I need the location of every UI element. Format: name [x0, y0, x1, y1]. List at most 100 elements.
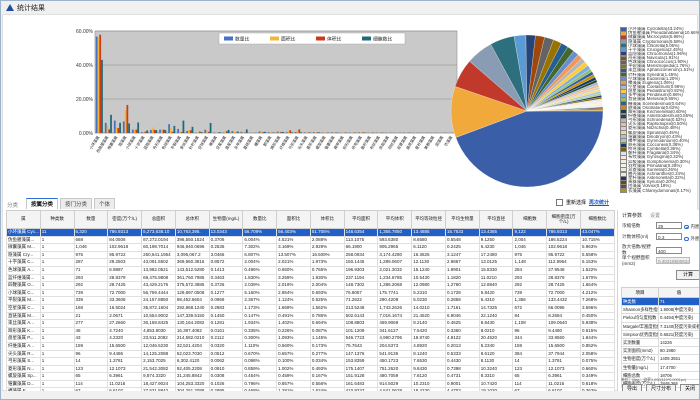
table-row[interactable]: 弓形藻属 S...114 1.37812,153.70256,302.4120 …: [7, 358, 615, 366]
column-header[interactable]: 平均体积: [378, 211, 412, 229]
calculation-panel: 计算参数 设置 浓缩倍数 29 计数体积(ml) 0.3 放大倍数/视野数 40…: [617, 210, 700, 400]
column-header[interactable]: 体积比: [310, 211, 344, 229]
bar: [306, 132, 308, 133]
table-row[interactable]: 小球藻属 C...1739 72.700056,759.4444129,897.…: [7, 289, 615, 297]
table-row[interactable]: 直链藻属 M...121 2.067110,554.9002147,339.51…: [7, 312, 615, 320]
y-tick-label: 0.00%: [79, 131, 94, 137]
table-row[interactable]: 蓝纤维藻属...1293 28.837969,475.9808361,760.7…: [7, 274, 615, 282]
category-label: 分类: [7, 201, 20, 209]
panel-caption-main: 计算参数: [622, 212, 642, 219]
table-row[interactable]: 盘星藻属 P...143 4.232023,511.2082214,582.02…: [7, 335, 615, 343]
y-tick-label: 60.00%: [76, 29, 94, 35]
bar: [324, 132, 326, 133]
result-row[interactable]: Pielou均匀度指数 0.4494(中度污染): [622, 314, 700, 322]
result-row[interactable]: 种类数 71: [622, 298, 700, 306]
unit-footnote: 单位：Max：倍率1.000(110*0.0001px): [621, 378, 686, 383]
restat-link[interactable]: 再次统计: [589, 199, 609, 206]
table-row[interactable]: 螺旋藻属 Sp...165 6.39619,874.332031,245.884…: [7, 373, 615, 381]
magnification-input[interactable]: 400: [656, 247, 682, 254]
window-bottom-strip: [1, 391, 699, 399]
table-row[interactable]: 伪鱼腥藻属...1668 84.050687,272.0194396,550.1…: [7, 236, 615, 244]
column-header[interactable]: 种类数: [40, 211, 74, 229]
restat-controls: 重新选择 再次统计: [556, 199, 609, 206]
result-row[interactable]: 实测面积(mm2) 80.1980: [622, 347, 700, 355]
table-row[interactable]: 束丝藻属 A...1277 27.266030,159.8425130,164.…: [7, 320, 615, 328]
bar: [322, 132, 324, 133]
result-row[interactable]: 实测数量 14226: [622, 339, 700, 347]
result-row[interactable]: 生物密度(万个/L) 1409.3551: [622, 355, 700, 363]
table-row[interactable]: 十字藻属 C...1287 29.250343,091.5502369,960.…: [7, 259, 615, 267]
column-header[interactable]: 平均生物量: [445, 211, 479, 229]
column-header[interactable]: 数量: [74, 211, 108, 229]
bar: [201, 132, 203, 133]
classification-tab[interactable]: 按属分类: [26, 198, 58, 209]
column-header[interactable]: 细胞密度(万个/L): [547, 211, 581, 229]
field-view-area: 单个视野面积(mm2) 0.402185006343: [622, 255, 690, 266]
bar-legend-swatch-icon: [224, 37, 233, 41]
bar: [132, 130, 134, 133]
table-row[interactable]: 隐藻属 Cry...1975 95.9722250,641.19543,095,…: [7, 251, 615, 259]
result-row[interactable]: Shannon多样性指数 1.9008(中度污染): [622, 306, 700, 314]
table-row[interactable]: 小环藻属 Cyc...116,320 786.93135,273,638.101…: [7, 229, 615, 237]
bar: [277, 132, 279, 133]
column-header[interactable]: 属: [7, 211, 41, 229]
column-header[interactable]: 面积比: [277, 211, 311, 229]
bar: [300, 132, 302, 133]
bar: [210, 123, 212, 133]
classification-tab[interactable]: 个体: [94, 198, 115, 209]
table-row[interactable]: 锥囊藻属 D...1114 11.021618,427.9024104,253.…: [7, 380, 615, 388]
table-row[interactable]: 蹄形藻属 K...148 4.72404,853.803016,397.4082…: [7, 327, 615, 335]
column-header[interactable]: 数量比: [243, 211, 277, 229]
column-header[interactable]: 总面积: [142, 211, 176, 229]
table-row[interactable]: 色球藻属 A...171 6.988713,982.0521143,512.52…: [7, 266, 615, 274]
bar: [107, 125, 109, 133]
table-row[interactable]: 尖头藻属 R...196 9.448614,125.208852,023.703…: [7, 350, 615, 358]
bar: [405, 132, 407, 133]
result-header-row: 项目 值: [622, 288, 700, 298]
classification-tab[interactable]: 按门分类: [60, 198, 92, 209]
concentration-input[interactable]: 29: [656, 222, 682, 229]
calculate-button[interactable]: 计算: [676, 270, 700, 280]
result-row[interactable]: Simpson优势度指数 0.6621(轻度污染): [622, 330, 700, 338]
reselect-checkbox[interactable]: [556, 199, 563, 206]
bar: [362, 132, 364, 133]
bar: [349, 132, 351, 133]
bar: [108, 129, 110, 133]
bar-legend-label: 数量比: [235, 36, 250, 43]
bar: [181, 132, 183, 133]
column-header[interactable]: 平均直径: [479, 211, 513, 229]
table-row[interactable]: 菱形藻属 N...1123 12.107321,542.308292,405.2…: [7, 365, 615, 373]
table-row[interactable]: 空星藻属 C...1168 16.502435,872.1604292,868.…: [7, 304, 615, 312]
bar: [224, 131, 226, 133]
volume-input[interactable]: 0.3: [656, 233, 682, 240]
table-row[interactable]: 四鞭藻属 O...1292 28.742543,429.2176375,572.…: [7, 282, 615, 290]
bar: [96, 37, 98, 133]
tabs-container: 按属分类 按门分类 个体: [26, 198, 115, 209]
bar: [164, 130, 166, 133]
result-row[interactable]: 生物量(mg/L) 17.4700: [622, 363, 700, 371]
column-header[interactable]: 平均面积: [344, 211, 378, 229]
column-header[interactable]: 细胞数比: [581, 211, 615, 229]
radio-outer[interactable]: 外圈: [684, 236, 700, 242]
bar: [192, 127, 194, 133]
bar: [333, 132, 335, 133]
bar-legend-swatch-icon: [316, 37, 325, 41]
column-header[interactable]: 细胞数: [513, 211, 547, 229]
column-header[interactable]: 平均等效粒径: [412, 211, 446, 229]
table-row[interactable]: 平裂藻属 M...1339 33.360824,157.885098,452.6…: [7, 297, 615, 305]
table-row[interactable]: 纤维藻属 A...1159 15.650012,046.523032,521.4…: [7, 342, 615, 350]
bar: [335, 132, 337, 133]
column-header[interactable]: 生物量(mg/L): [209, 211, 243, 229]
column-header[interactable]: 总体积: [175, 211, 209, 229]
bar: [168, 124, 170, 133]
result-row[interactable]: Margalef丰富度指数 7.3140(轻度污染或者清洁): [622, 322, 700, 330]
column-header[interactable]: 密度(万个/L): [108, 211, 142, 229]
table-row[interactable]: 微囊藻属 M...11,046 102.961860,198.7014946,9…: [7, 244, 615, 252]
bar: [114, 121, 116, 133]
bar: [297, 130, 299, 133]
bar-legend-label: 体积比: [327, 36, 342, 43]
bar: [143, 132, 145, 133]
radio-inner[interactable]: 内圈: [684, 224, 700, 230]
app-logo-icon: [6, 4, 14, 11]
radio-unselected-icon: [684, 237, 689, 242]
